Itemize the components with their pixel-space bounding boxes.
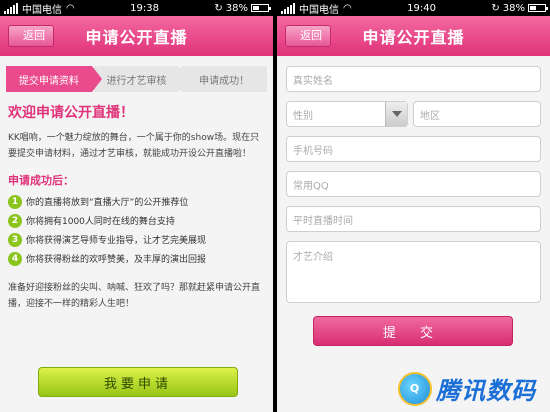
region-input[interactable]: 地区 — [413, 101, 541, 127]
back-button[interactable]: 返回 — [285, 25, 331, 47]
time-label: 19:40 — [407, 2, 436, 14]
step-1: 提交申请资料 — [6, 66, 102, 92]
live-time-input[interactable]: 平时直播时间 — [286, 206, 541, 232]
submit-button[interactable]: 提 交 — [313, 316, 513, 346]
battery-icon — [251, 4, 271, 12]
number-badge: 4 — [8, 251, 22, 266]
wifi-icon: ◠ — [66, 2, 75, 14]
talent-textarea[interactable]: 才艺介绍 — [286, 241, 541, 303]
step-2: 进行才艺审核 — [93, 66, 190, 92]
chevron-down-icon — [385, 102, 407, 126]
step-indicator: 提交申请资料 进行才艺审核 申请成功！ — [6, 66, 268, 92]
time-label: 19:38 — [130, 2, 159, 14]
number-badge: 1 — [8, 194, 22, 209]
status-bar: 中国电信 ◠ 19:38 ↻ 38% — [0, 0, 273, 16]
right-screen: 中国电信 ◠ 19:40 ↻ 38% 返回 申请公开直播 真实姓名 性别 地区 — [277, 0, 550, 412]
nav-bar: 返回 申请公开直播 — [277, 16, 550, 56]
qq-input[interactable]: 常用QQ — [286, 171, 541, 197]
step-3: 申请成功！ — [181, 66, 268, 92]
watermark: Q 腾讯数码 — [398, 371, 536, 406]
gender-select[interactable]: 性别 — [286, 101, 408, 127]
welcome-heading: 欢迎申请公开直播！ — [8, 105, 134, 121]
phone-input[interactable]: 手机号码 — [286, 136, 541, 162]
list-item: 3 你将获得演艺导师专业指导，让才艺完美展现 — [8, 230, 265, 249]
battery-percent: 38% — [225, 2, 248, 14]
list-item: 4 你将获得粉丝的欢呼赞美，及丰厚的演出回报 — [8, 249, 265, 268]
back-button[interactable]: 返回 — [8, 25, 54, 47]
carrier-label: 中国电信 — [22, 4, 62, 16]
nav-bar: 返回 申请公开直播 — [0, 16, 273, 56]
number-badge: 2 — [8, 213, 22, 228]
battery-percent: 38% — [502, 2, 525, 14]
carrier-label: 中国电信 — [299, 4, 339, 16]
list-item: 1 你的直播将放到“直播大厅”的公开推荐位 — [8, 192, 265, 211]
success-heading: 申请成功后： — [8, 174, 74, 187]
signal-icon — [4, 2, 18, 14]
tencent-logo-icon: Q — [398, 371, 432, 406]
apply-form: 真实姓名 性别 地区 手机号码 常用QQ 平时直播时间 才艺介绍 — [277, 56, 550, 303]
battery-icon — [528, 4, 548, 12]
lock-rotation-icon: ↻ — [214, 2, 223, 14]
number-badge: 3 — [8, 232, 22, 247]
list-item: 2 你将拥有1000人同时在线的舞台支持 — [8, 211, 265, 230]
wifi-icon: ◠ — [343, 2, 352, 14]
signal-icon — [281, 2, 295, 14]
watermark-text: 腾讯数码 — [436, 377, 536, 405]
intro-text: KK唱响，一个魅力绽放的舞台，一个属于你的show场。现在只要提交申请材料，通过… — [8, 133, 260, 159]
lock-rotation-icon: ↻ — [491, 2, 500, 14]
name-input[interactable]: 真实姓名 — [286, 66, 541, 92]
status-bar: 中国电信 ◠ 19:40 ↻ 38% — [277, 0, 550, 16]
left-screen: 中国电信 ◠ 19:38 ↻ 38% 返回 申请公开直播 提交申请资料 进行才艺… — [0, 0, 273, 412]
apply-button[interactable]: 我要申请 — [38, 367, 238, 397]
closing-text: 准备好迎接粉丝的尖叫、呐喊、狂欢了吗？那就赶紧申请公开直播，迎接不一样的精彩人生… — [8, 283, 261, 309]
